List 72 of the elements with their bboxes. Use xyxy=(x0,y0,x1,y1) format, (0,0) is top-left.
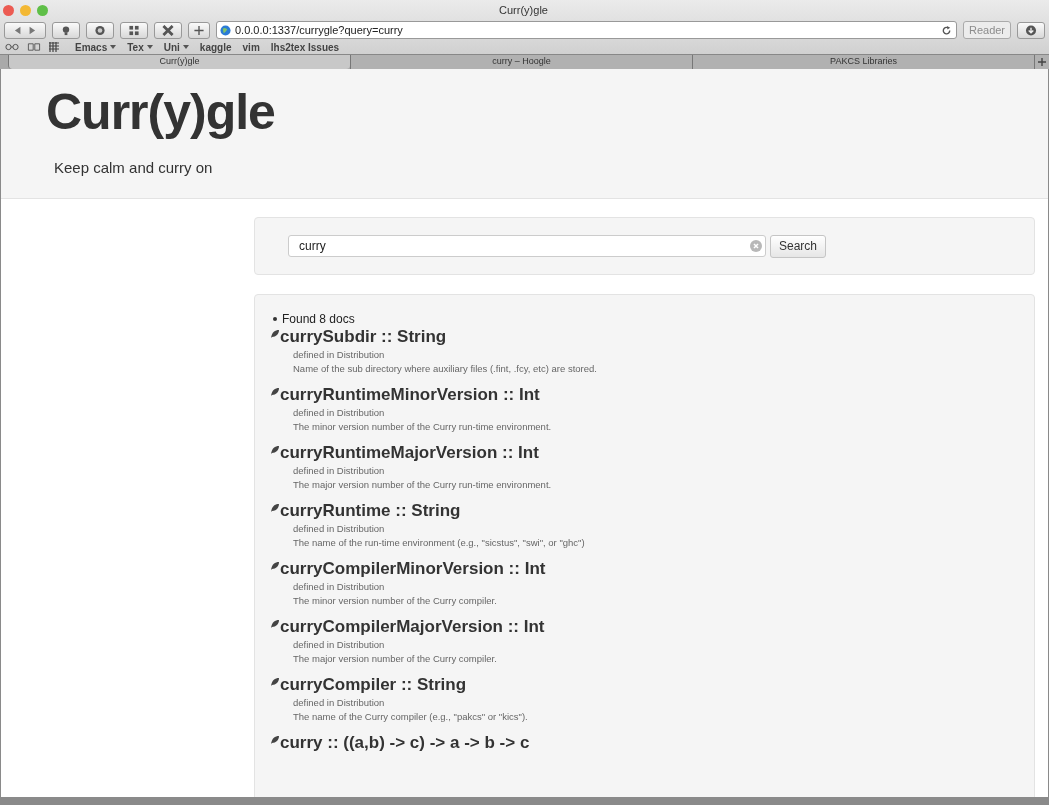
function-description: The major version number of the Curry compiler. xyxy=(292,652,498,666)
bookmark-link[interactable]: vim xyxy=(242,41,260,53)
window-title: Curr(y)gle xyxy=(498,4,549,16)
browser-tab[interactable]: PAKCS Libraries xyxy=(692,55,1034,69)
back-forward-button[interactable] xyxy=(4,21,46,39)
browser-tab[interactable]: curry – Hoogle xyxy=(350,55,692,69)
function-signature[interactable]: currySubdir :: String xyxy=(280,326,447,348)
circle-button[interactable] xyxy=(86,21,114,39)
function-signature[interactable]: curry :: ((a,b) -> c) -> a -> b -> c xyxy=(280,732,530,754)
bookmark-menu[interactable]: Tex xyxy=(127,41,153,53)
leaf-icon xyxy=(270,503,280,513)
module-info: defined in Distribution xyxy=(292,464,386,478)
bookmark-link[interactable]: kaggle xyxy=(199,41,232,53)
function-description: The minor version number of the Curry compiler. xyxy=(292,594,498,608)
browser-tab[interactable]: Curr(y)gle xyxy=(8,55,350,69)
grid-icon[interactable] xyxy=(49,42,59,52)
ring-icon xyxy=(94,24,106,36)
function-signature[interactable]: curryCompilerMinorVersion :: Int xyxy=(280,558,546,580)
leaf-icon xyxy=(270,735,280,745)
glasses-icon[interactable] xyxy=(5,43,19,51)
caret-icon xyxy=(182,45,189,49)
site-title: Curr(y)gle xyxy=(46,83,276,142)
lightbulb-icon xyxy=(60,24,72,36)
bookmark-link[interactable]: lhs2tex Issues xyxy=(270,41,340,53)
search-field[interactable]: curry xyxy=(288,235,766,257)
book-icon[interactable] xyxy=(27,43,41,51)
leaf-icon xyxy=(270,387,280,397)
leaf-icon xyxy=(270,619,280,629)
bookmark-menu[interactable]: Emacs xyxy=(75,41,117,53)
url-text: 0.0.0.0:1337/currygle?query=curry xyxy=(235,24,403,36)
function-signature[interactable]: curryCompiler :: String xyxy=(280,674,467,696)
leaf-icon xyxy=(270,445,280,455)
grid-icon xyxy=(128,24,140,36)
reload-icon[interactable] xyxy=(941,24,952,36)
lightbulb-button[interactable] xyxy=(52,21,80,39)
function-signature[interactable]: curryRuntimeMajorVersion :: Int xyxy=(280,442,539,464)
new-tab-button[interactable] xyxy=(1034,55,1049,69)
module-info: defined in Distribution xyxy=(292,696,386,710)
search-button[interactable]: Search xyxy=(770,234,827,258)
cross-button[interactable] xyxy=(154,21,182,39)
function-signature[interactable]: curryCompilerMajorVersion :: Int xyxy=(280,616,545,638)
function-description: Name of the sub directory where auxiliary files (.fint, .fcy, etc) are stored. xyxy=(292,362,598,376)
bookmark-menu[interactable]: Uni xyxy=(163,41,189,53)
function-signature[interactable]: curryRuntime :: String xyxy=(280,500,461,522)
plus-icon xyxy=(193,24,205,36)
function-description: The name of the Curry compiler (e.g., "pakcs" or "kics"). xyxy=(292,710,529,724)
module-info: defined in Distribution xyxy=(292,522,386,536)
function-signature[interactable]: curryRuntimeMinorVersion :: Int xyxy=(280,384,540,406)
leaf-icon xyxy=(270,329,280,339)
module-info: defined in Distribution xyxy=(292,406,386,420)
caret-icon xyxy=(146,45,153,49)
function-description: The major version number of the Curry run-time environment. xyxy=(292,478,553,492)
plus-icon xyxy=(1038,58,1046,66)
leaf-icon xyxy=(270,677,280,687)
module-info: defined in Distribution xyxy=(292,580,386,594)
close-button[interactable] xyxy=(3,4,14,16)
grid-button[interactable] xyxy=(120,21,148,39)
globe-icon xyxy=(220,24,231,36)
download-button[interactable] xyxy=(1017,21,1045,39)
download-icon xyxy=(1025,24,1037,36)
function-description: The name of the run-time environment (e.g., "sicstus", "swi", or "ghc") xyxy=(292,536,586,550)
function-description: The minor version number of the Curry run-time environment. xyxy=(292,420,553,434)
module-info: defined in Distribution xyxy=(292,348,386,362)
cross-icon xyxy=(162,24,174,36)
add-button[interactable] xyxy=(188,21,210,39)
result-count: Found 8 docs xyxy=(282,312,355,326)
tagline: Keep calm and curry on xyxy=(54,159,214,176)
module-info: defined in Distribution xyxy=(292,638,386,652)
address-field[interactable]: 0.0.0.0:1337/currygle?query=curry xyxy=(216,21,957,39)
leaf-icon xyxy=(270,561,280,571)
caret-icon xyxy=(110,45,117,49)
bullet-icon xyxy=(273,317,277,321)
